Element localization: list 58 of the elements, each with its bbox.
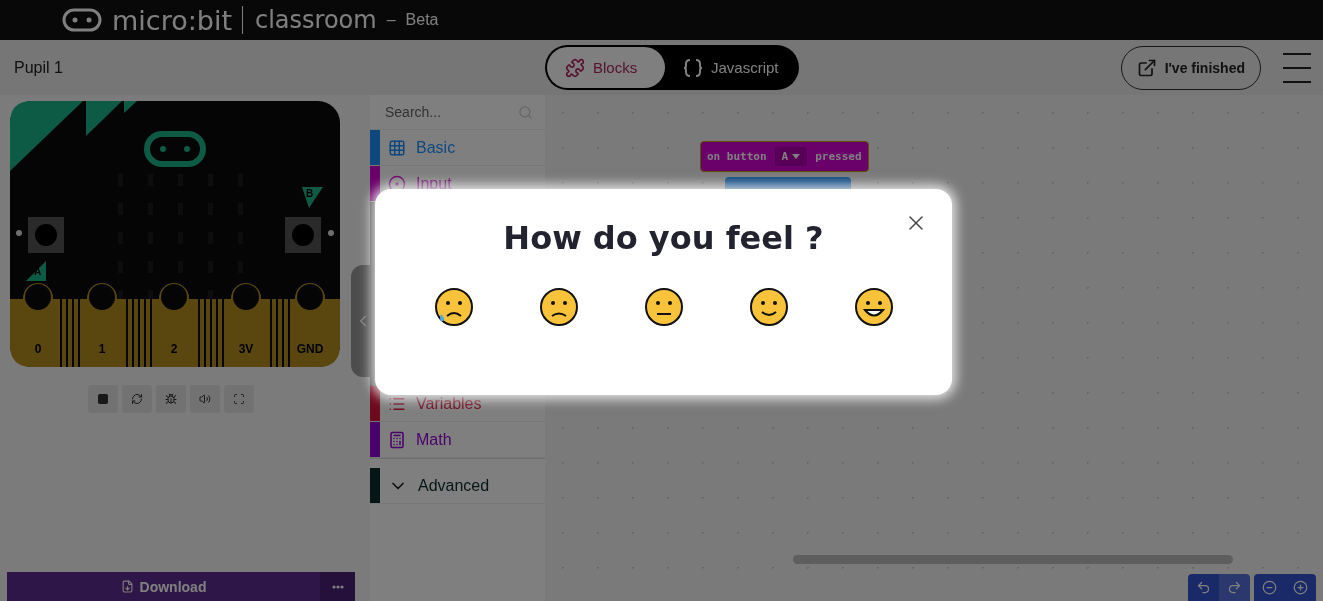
block-dropdown[interactable]: A [774, 147, 808, 166]
grinning-face-icon[interactable] [853, 287, 894, 327]
product-name: classroom [242, 6, 377, 34]
redo-button[interactable] [1219, 574, 1250, 601]
debug-button[interactable] [156, 385, 186, 413]
brand-name: micro:bit [112, 4, 232, 36]
search-field[interactable]: Search... [383, 103, 507, 121]
crying-face-icon[interactable] [433, 287, 474, 327]
dash: – [386, 11, 396, 29]
zoom-in-icon [1293, 580, 1308, 595]
pin-label: 3V [238, 342, 254, 356]
download-button[interactable]: Download [7, 572, 320, 601]
toolbox-category[interactable]: Math [380, 422, 545, 457]
search-icon [518, 104, 533, 120]
stop-button[interactable] [88, 385, 118, 413]
menu-button[interactable] [1283, 52, 1311, 83]
pin-label: 0 [34, 342, 42, 356]
smiling-face-icon[interactable] [748, 287, 789, 327]
caret-icon [792, 154, 801, 159]
zoom-out-icon [1262, 580, 1277, 595]
pupil-name: Pupil 1 [14, 58, 64, 77]
stop-icon [97, 393, 109, 405]
speaker-icon [199, 393, 211, 405]
grid-icon [388, 138, 406, 157]
redo-icon [1227, 580, 1242, 595]
beta-tag: Beta [405, 11, 439, 29]
pin-label: GND [296, 342, 324, 356]
button-label: B [306, 188, 314, 199]
calculator-icon [388, 430, 406, 449]
toolbox-category[interactable]: Variables [380, 386, 545, 421]
neutral-face-icon[interactable] [643, 287, 684, 327]
ellipsis-icon [331, 584, 344, 589]
zoom-out-button[interactable] [1254, 574, 1285, 601]
puzzle-icon [565, 57, 585, 78]
undo-icon [1196, 580, 1211, 595]
scrollbar-thumb[interactable] [793, 555, 1233, 564]
refresh-icon [131, 393, 143, 405]
braces-icon [683, 57, 703, 78]
editor-tab[interactable]: Javascript [665, 47, 797, 88]
frowning-face-icon[interactable] [538, 287, 579, 327]
toolbox-category[interactable]: Advanced [380, 468, 545, 503]
editor-tab[interactable]: Blocks [547, 47, 665, 88]
dialog-title: How do you feel ? [503, 219, 824, 257]
bug-icon [165, 393, 177, 405]
pin-label: 2 [170, 342, 178, 356]
file-icon [120, 580, 134, 593]
zoom-in-button[interactable] [1285, 574, 1316, 601]
pin-label: 1 [98, 342, 106, 356]
block-text: pressed [815, 150, 862, 163]
toolbox-category[interactable]: Basic [380, 130, 545, 165]
block-text: on button [707, 150, 767, 163]
logo-icon [62, 8, 102, 32]
undo-button[interactable] [1188, 574, 1219, 601]
external-link-icon [1136, 57, 1157, 78]
restart-button[interactable] [122, 385, 152, 413]
fullscreen-icon [233, 393, 245, 405]
event-block[interactable]: on button A pressed [700, 141, 869, 172]
sound-button[interactable] [190, 385, 220, 413]
